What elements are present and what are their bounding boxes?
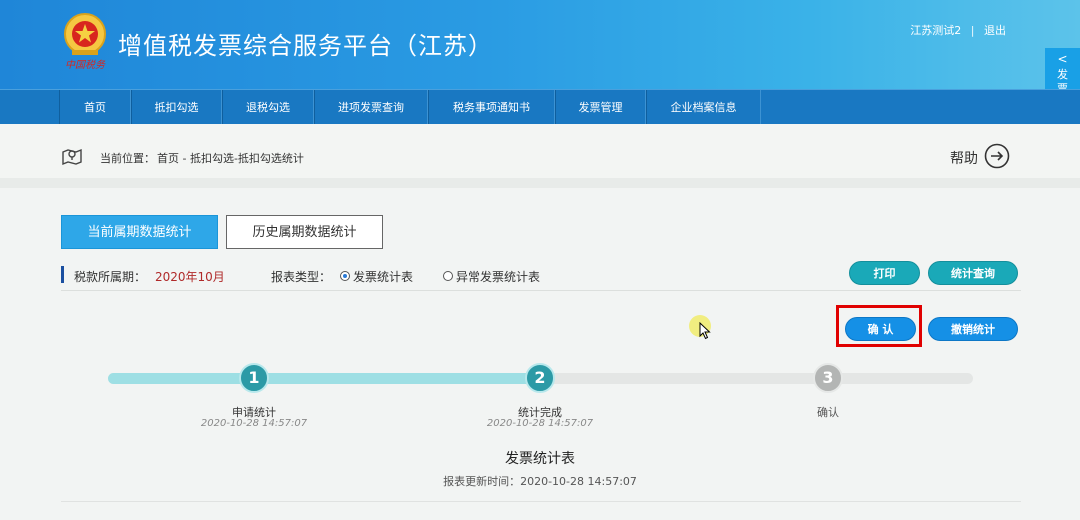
top-header: 中国税务 增值税发票综合服务平台（江苏） 江苏测试2 | 退出 (0, 0, 1080, 89)
radio-abnormal-invoice-stats[interactable] (443, 271, 453, 281)
nav-item-refund-select[interactable]: 退税勾选 (222, 90, 314, 125)
nav-item-input-invoice-query[interactable]: 进项发票查询 (314, 90, 428, 125)
step-3-name: 确认 (817, 406, 839, 419)
nav-items: 首页 抵扣勾选 退税勾选 进项发票查询 税务事项通知书 发票管理 企业档案信息 (59, 90, 761, 125)
mouse-pointer-icon (699, 322, 711, 340)
tab-current-period-stats[interactable]: 当前属期数据统计 (61, 215, 218, 249)
tax-period-label: 税款所属期： (74, 270, 147, 284)
statistics-panel: 当前属期数据统计 历史属期数据统计 税款所属期： 2020年10月 报表类型： … (0, 198, 1080, 520)
divider (61, 501, 1021, 502)
logout-link[interactable]: 退出 (984, 22, 1006, 38)
main-nav: 首页 抵扣勾选 退税勾选 进项发票查询 税务事项通知书 发票管理 企业档案信息 (0, 89, 1080, 125)
report-title: 发票统计表 (505, 451, 575, 467)
divider (61, 290, 1021, 291)
tax-period-value: 2020年10月 (155, 270, 225, 284)
step-3-indicator: 3 (813, 363, 843, 393)
stat-query-button[interactable]: 统计查询 (928, 261, 1018, 285)
user-name[interactable]: 江苏测试2 (910, 22, 961, 38)
breadcrumb-bar: 当前位置： 首页 - 抵扣勾选-抵扣勾选统计 帮助 (0, 124, 1080, 188)
step-2-indicator: 2 (525, 363, 555, 393)
report-type-label: 报表类型： (271, 270, 332, 284)
report-update-time: 报表更新时间：2020-10-28 14:57:07 (390, 473, 690, 489)
step-2-time: 2020-10-28 14:57:07 (486, 418, 594, 429)
user-area: 江苏测试2 | 退出 (910, 22, 1006, 38)
radio-abnormal-invoice-stats-label[interactable]: 异常发票统计表 (456, 268, 540, 285)
revoke-stats-button[interactable]: 撤销统计 (928, 317, 1018, 341)
svg-text:中国税务: 中国税务 (65, 59, 106, 71)
app-title: 增值税发票综合服务平台（江苏） (118, 32, 493, 60)
confirm-button[interactable]: 确 认 (845, 317, 916, 341)
breadcrumb-prefix: 当前位置： (100, 152, 155, 165)
nav-item-tax-notice[interactable]: 税务事项通知书 (428, 90, 555, 125)
nav-item-invoice-management[interactable]: 发票管理 (555, 90, 646, 125)
step-1-time: 2020-10-28 14:57:07 (200, 418, 308, 429)
report-update-value: 2020-10-28 14:57:07 (520, 475, 637, 488)
chevron-left-icon: < (1057, 52, 1068, 66)
breadcrumb: 首页 - 抵扣勾选-抵扣勾选统计 (157, 152, 304, 165)
radio-invoice-stats-label[interactable]: 发票统计表 (353, 268, 413, 285)
help-link[interactable]: 帮助 (950, 148, 978, 168)
report-update-label: 报表更新时间： (443, 475, 521, 488)
print-button[interactable]: 打印 (849, 261, 920, 285)
step-1-indicator: 1 (239, 363, 269, 393)
radio-invoice-stats[interactable] (340, 271, 350, 281)
progress-fill (108, 373, 541, 384)
map-location-icon (62, 148, 82, 166)
tab-history-period-stats[interactable]: 历史属期数据统计 (226, 215, 383, 249)
user-separator: | (970, 24, 975, 37)
side-tab-char: 发 (1057, 68, 1068, 81)
section-marker (61, 266, 64, 283)
app-root: 中国税务 增值税发票综合服务平台（江苏） 江苏测试2 | 退出 < 发 票 查 … (0, 0, 1080, 520)
nav-item-home[interactable]: 首页 (59, 90, 131, 125)
nav-item-deduction-select[interactable]: 抵扣勾选 (131, 90, 222, 125)
tax-emblem-logo: 中国税务 (64, 13, 106, 71)
arrow-right-circle-icon[interactable] (984, 143, 1010, 169)
nav-item-enterprise-profile[interactable]: 企业档案信息 (646, 90, 761, 125)
